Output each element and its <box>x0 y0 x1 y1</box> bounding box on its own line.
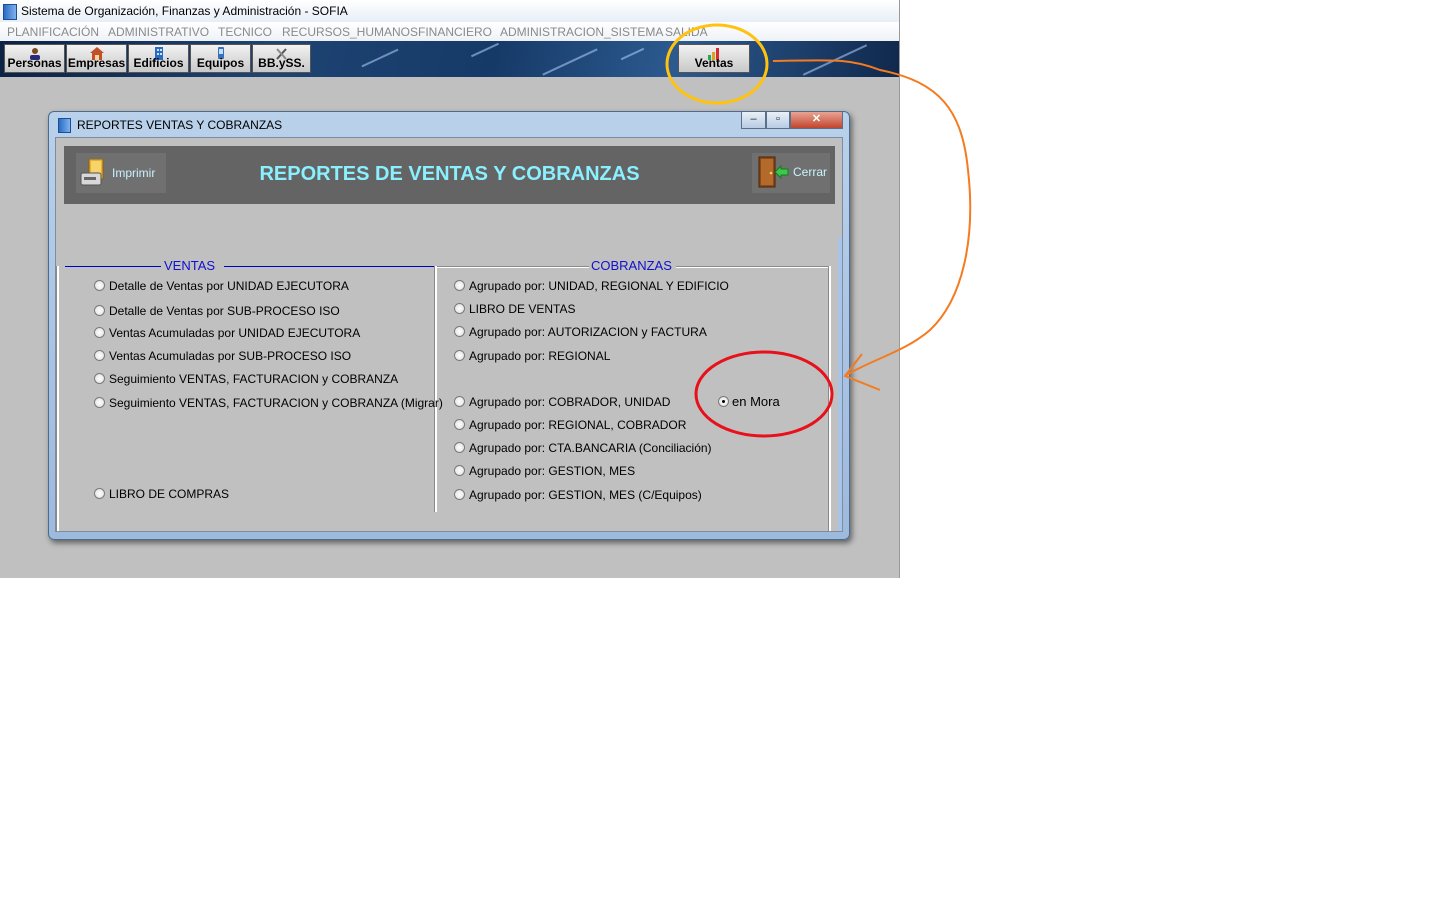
close-icon[interactable]: ✕ <box>790 112 843 129</box>
scrollbar-edge <box>838 238 842 531</box>
radio-button[interactable] <box>454 442 465 453</box>
radio-button[interactable] <box>94 350 105 361</box>
option-label: Agrupado por: REGIONAL <box>469 349 611 363</box>
menu-salida[interactable]: SALIDA <box>665 25 708 39</box>
option-label: Ventas Acumuladas por UNIDAD EJECUTORA <box>109 326 361 340</box>
ventas-button[interactable]: Ventas <box>678 44 750 73</box>
option-label: Ventas Acumuladas por SUB-PROCESO ISO <box>109 349 352 363</box>
option-label: Agrupado por: GESTION, MES (C/Equipos) <box>469 488 702 502</box>
dialog-header: Imprimir REPORTES DE VENTAS Y COBRANZAS … <box>64 146 835 204</box>
empresas-button[interactable]: Empresas <box>66 44 127 73</box>
menu-financiero[interactable]: FINANCIERO <box>418 25 492 39</box>
ventas-group-left-border <box>56 266 59 531</box>
equipos-label: Equipos <box>196 56 245 70</box>
menu-tecnico[interactable]: TECNICO <box>218 25 272 39</box>
radio-button-selected[interactable] <box>718 396 729 407</box>
radio-button[interactable] <box>94 327 105 338</box>
personas-label: Personas <box>7 56 62 70</box>
maximize-icon[interactable]: ▫ <box>766 112 790 129</box>
ventas-group-line <box>65 266 161 267</box>
radio-button[interactable] <box>454 419 465 430</box>
app-icon <box>3 4 17 20</box>
radio-button[interactable] <box>94 305 105 316</box>
option-label: Agrupado por: UNIDAD, REGIONAL Y EDIFICI… <box>469 279 729 293</box>
option-label: LIBRO DE VENTAS <box>469 302 576 316</box>
menu-administracion-sistema[interactable]: ADMINISTRACION_SISTEMA <box>500 25 663 39</box>
ventas-group-line-right <box>224 266 434 267</box>
personas-button[interactable]: Personas <box>4 44 65 73</box>
radio-button[interactable] <box>94 280 105 291</box>
option-label: Detalle de Ventas por UNIDAD EJECUTORA <box>109 279 349 293</box>
cobranzas-group-right-border <box>828 266 831 531</box>
option-label: Seguimiento VENTAS, FACTURACION y COBRAN… <box>109 372 399 386</box>
dialog-body: Imprimir REPORTES DE VENTAS Y COBRANZAS … <box>55 137 843 532</box>
option-label: Agrupado por: AUTORIZACION y FACTURA <box>469 325 707 339</box>
radio-button[interactable] <box>94 373 105 384</box>
app-title: Sistema de Organización, Finanzas y Admi… <box>21 4 348 18</box>
radio-button[interactable] <box>454 303 465 314</box>
cobranzas-group-line-left <box>437 266 589 268</box>
minimize-icon[interactable]: – <box>741 112 766 129</box>
empresas-label: Empresas <box>67 56 126 70</box>
dialog-icon <box>58 118 71 133</box>
option-label: LIBRO DE COMPRAS <box>109 487 230 501</box>
menu-bar: PLANIFICACIÓN ADMINISTRATIVO TECNICO REC… <box>0 22 899 41</box>
radio-button[interactable] <box>454 280 465 291</box>
toolbar: Personas Empresas Edificios Equipos BB.y… <box>0 41 899 77</box>
groups-divider <box>434 266 437 512</box>
bbyss-button[interactable]: BB.ySS. <box>252 44 311 73</box>
cobranzas-group-line-right <box>676 266 829 268</box>
option-label: Agrupado por: REGIONAL, COBRADOR <box>469 418 687 432</box>
option-label: en Mora <box>732 394 780 409</box>
option-label: Agrupado por: CTA.BANCARIA (Conciliación… <box>469 441 712 455</box>
reportes-dialog: REPORTES VENTAS Y COBRANZAS – ▫ ✕ Imprim… <box>48 111 850 540</box>
exit-door-icon <box>758 156 789 188</box>
dialog-title: REPORTES VENTAS Y COBRANZAS <box>77 118 283 132</box>
option-label: Detalle de Ventas por SUB-PROCESO ISO <box>109 304 340 318</box>
radio-button[interactable] <box>94 397 105 408</box>
ventas-label: Ventas <box>694 56 734 70</box>
menu-recursos-humanos[interactable]: RECURSOS_HUMANOS <box>282 25 418 39</box>
radio-button[interactable] <box>454 326 465 337</box>
option-label: Seguimiento VENTAS, FACTURACION y COBRAN… <box>109 396 443 410</box>
bbyss-label: BB.ySS. <box>258 56 305 70</box>
option-label: Agrupado por: COBRADOR, UNIDAD <box>469 395 671 409</box>
cerrar-label: Cerrar <box>793 165 828 179</box>
menu-planificacion[interactable]: PLANIFICACIÓN <box>7 25 99 39</box>
radio-button[interactable] <box>454 396 465 407</box>
cerrar-button[interactable]: Cerrar <box>752 153 830 193</box>
cobranzas-group-label: COBRANZAS <box>591 258 672 273</box>
option-label: Agrupado por: GESTION, MES <box>469 464 636 478</box>
header-title: REPORTES DE VENTAS Y COBRANZAS <box>259 163 640 185</box>
app-titlebar: Sistema de Organización, Finanzas y Admi… <box>0 0 899 23</box>
radio-button[interactable] <box>94 488 105 499</box>
menu-administrativo[interactable]: ADMINISTRATIVO <box>108 25 209 39</box>
radio-button[interactable] <box>454 465 465 476</box>
edificios-label: Edificios <box>133 56 184 70</box>
radio-button[interactable] <box>454 489 465 500</box>
radio-button[interactable] <box>454 350 465 361</box>
equipos-button[interactable]: Equipos <box>190 44 251 73</box>
ventas-group-label: VENTAS <box>164 258 216 273</box>
edificios-button[interactable]: Edificios <box>128 44 189 73</box>
